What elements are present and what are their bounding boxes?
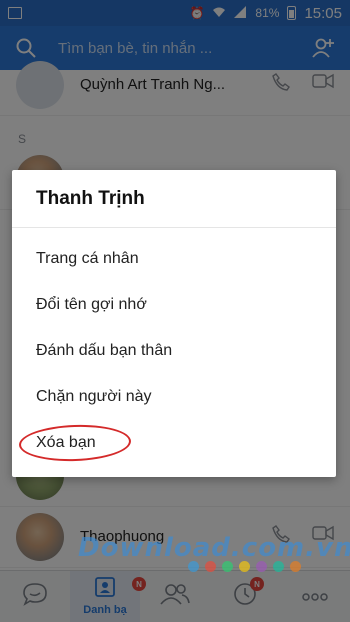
dialog-menu: Trang cá nhân Đổi tên gợi nhớ Đánh dấu b… bbox=[12, 228, 336, 466]
dialog-title: Thanh Trịnh bbox=[12, 170, 336, 228]
menu-item-block[interactable]: Chặn người này bbox=[12, 374, 336, 420]
highlight-ring bbox=[18, 423, 132, 463]
menu-item-profile[interactable]: Trang cá nhân bbox=[12, 236, 336, 282]
menu-item-remove-friend[interactable]: Xóa bạn bbox=[12, 420, 336, 466]
menu-item-rename[interactable]: Đổi tên gợi nhớ bbox=[12, 282, 336, 328]
contact-options-dialog: Thanh Trịnh Trang cá nhân Đổi tên gợi nh… bbox=[12, 170, 336, 477]
menu-item-mark-close-friend[interactable]: Đánh dấu bạn thân bbox=[12, 328, 336, 374]
